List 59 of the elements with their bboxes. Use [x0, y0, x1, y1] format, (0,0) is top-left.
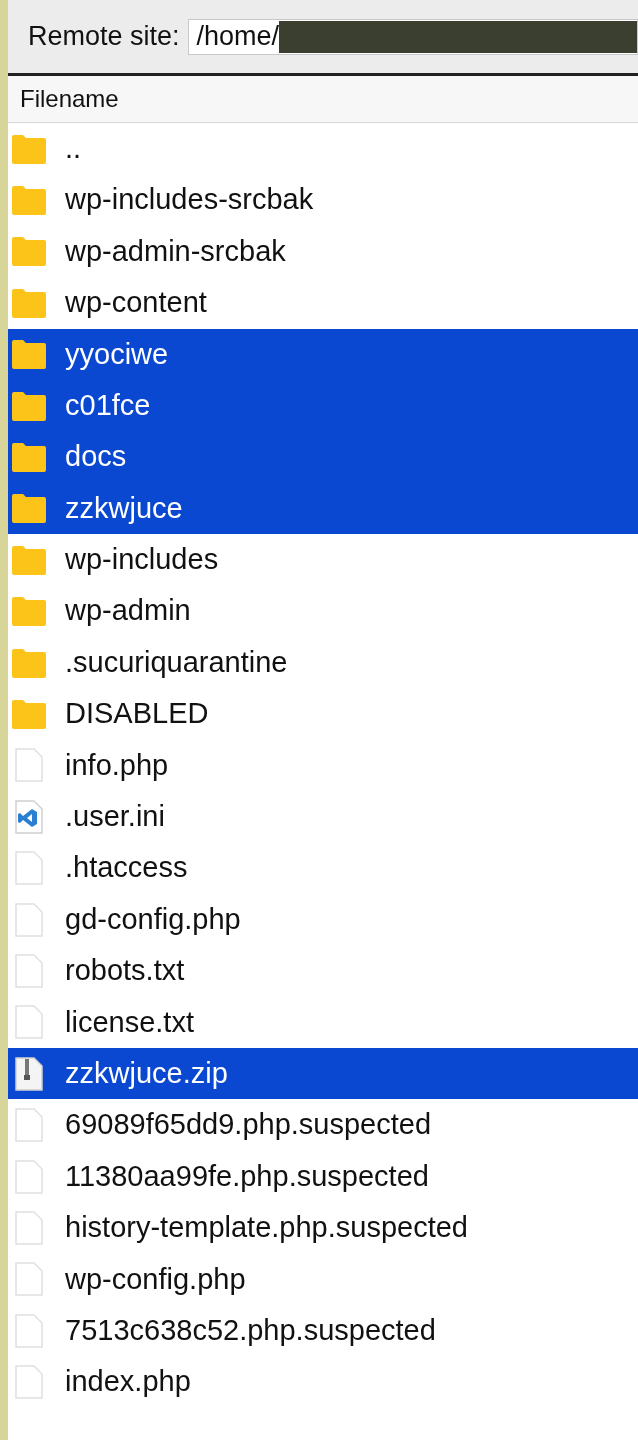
- remote-site-field[interactable]: /home/: [187, 18, 638, 55]
- folder-icon: [11, 595, 47, 628]
- file-icon: [14, 952, 44, 989]
- filename-text: docs: [65, 439, 127, 475]
- folder-icon: [11, 338, 47, 371]
- path-text: /home/: [196, 20, 280, 54]
- file-icon: [14, 850, 44, 887]
- filename-text: robots.txt: [65, 953, 185, 989]
- folder-icon: [11, 646, 47, 679]
- zip-file-icon: [14, 1055, 44, 1092]
- filename-text: 11380aa99fe.php.suspected: [65, 1158, 429, 1194]
- filename-text: zzkwjuce.zip: [65, 1055, 228, 1091]
- folder-icon: [11, 698, 47, 730]
- folder-icon: [11, 184, 47, 217]
- filename-text: .user.ini: [65, 799, 165, 834]
- filename-text: wp-admin-srcbak: [65, 233, 286, 269]
- folder-icon: [11, 389, 47, 422]
- folder-icon: [11, 441, 47, 474]
- filename-text: .htaccess: [65, 850, 188, 886]
- filename-text: 69089f65dd9.php.suspected: [65, 1107, 432, 1143]
- filename-text: wp-includes: [65, 542, 219, 578]
- folder-icon: [11, 286, 47, 319]
- filename-text: license.txt: [65, 1004, 194, 1040]
- filename-text: info.php: [65, 747, 169, 783]
- filename-text: wp-content: [65, 285, 207, 321]
- code-file-icon: [14, 798, 44, 835]
- column-header[interactable]: Filename: [8, 76, 638, 123]
- filename-text: wp-admin: [65, 593, 191, 629]
- filename-text: gd-config.php: [65, 901, 241, 937]
- file-icon: [14, 901, 44, 938]
- file-icon: [14, 1261, 44, 1298]
- file-icon: [14, 1158, 44, 1195]
- remote-site-label: Remote site:: [28, 20, 180, 54]
- file-icon: [14, 1312, 44, 1349]
- folder-icon: [11, 132, 47, 165]
- filename-text: DISABLED: [65, 696, 209, 732]
- file-icon: [14, 1107, 44, 1144]
- filename-text: c01fce: [65, 387, 151, 423]
- filename-text: history-template.php.suspected: [65, 1210, 468, 1246]
- filename-text: .sucuriquarantine: [65, 644, 288, 680]
- file-icon: [14, 747, 44, 784]
- file-icon: [14, 1364, 44, 1401]
- filename-text: 7513c638c52.php.suspected: [65, 1312, 436, 1348]
- filename-text: index.php: [65, 1364, 191, 1400]
- folder-icon: [11, 235, 47, 268]
- file-row[interactable]: yyociwe: [8, 328, 638, 380]
- filename-text: wp-includes-srcbak: [65, 182, 314, 218]
- folder-icon: [11, 492, 47, 525]
- folder-icon: [11, 543, 47, 576]
- file-row[interactable]: c01fce: [8, 379, 638, 432]
- file-row[interactable]: zzkwjuce.zip: [8, 1048, 638, 1100]
- file-row[interactable]: docs: [8, 431, 638, 483]
- file-row[interactable]: zzkwjuce: [8, 482, 638, 535]
- filename-text: zzkwjuce: [65, 490, 183, 526]
- file-icon: [14, 1209, 44, 1246]
- filename-text: wp-config.php: [65, 1261, 246, 1297]
- filename-text: yyociwe: [65, 336, 169, 372]
- file-icon: [14, 1004, 44, 1041]
- filename-text: ..: [65, 130, 82, 166]
